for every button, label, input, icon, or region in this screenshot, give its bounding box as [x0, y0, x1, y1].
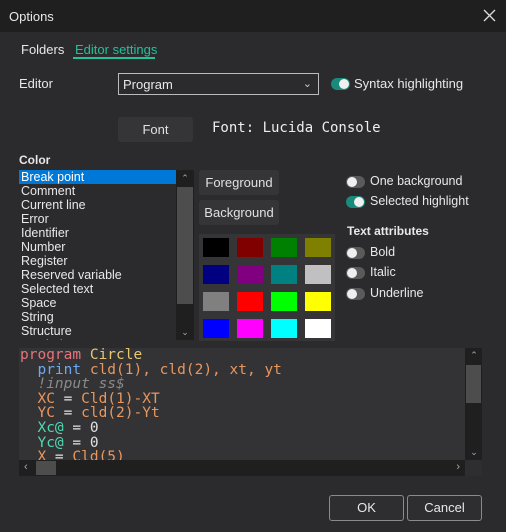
color-swatch[interactable] — [237, 265, 263, 284]
color-category-list[interactable]: Break point Comment Current line Error Ident… — [19, 170, 194, 340]
code-token: = 0 — [72, 434, 99, 451]
code-horizontal-scrollbar-thumb[interactable] — [36, 461, 56, 475]
code-line: XC = Cld(1)-XT — [20, 390, 465, 407]
syntax-highlighting-toggle[interactable] — [331, 78, 350, 90]
one-background-toggle[interactable] — [346, 176, 365, 188]
color-list-item[interactable]: Space — [19, 296, 176, 310]
selected-highlight-label: Selected highlight — [370, 194, 469, 208]
editor-select-value: Program — [123, 77, 173, 92]
code-token: = — [54, 449, 73, 460]
font-button[interactable]: Font — [118, 117, 193, 142]
color-list-item[interactable]: Break point — [19, 170, 176, 184]
code-horizontal-scrollbar[interactable]: ‹ › — [19, 460, 465, 476]
tab-folders[interactable]: Folders — [21, 42, 64, 57]
code-token: = 0 — [72, 419, 99, 436]
chevron-right-icon[interactable]: › — [456, 461, 460, 473]
code-line: Yc@ = 0 — [20, 434, 465, 451]
color-swatch[interactable] — [271, 319, 297, 338]
color-swatch[interactable] — [271, 265, 297, 284]
code-token: XC — [20, 390, 64, 407]
color-list-item[interactable]: Error — [19, 212, 176, 226]
active-tab-indicator — [73, 57, 155, 59]
color-list-item[interactable]: Reserved variable — [19, 268, 176, 282]
code-token: YC — [20, 405, 64, 422]
code-line: Xc@ = 0 — [20, 421, 465, 436]
color-swatch[interactable] — [271, 292, 297, 311]
background-button[interactable]: Background — [199, 200, 279, 225]
underline-toggle[interactable] — [346, 288, 365, 300]
close-button[interactable] — [480, 5, 500, 25]
color-swatch[interactable] — [305, 265, 331, 284]
one-background-label: One background — [370, 174, 463, 188]
close-icon — [483, 9, 496, 22]
chevron-left-icon[interactable]: ‹ — [24, 461, 28, 473]
color-swatch[interactable] — [203, 319, 229, 338]
code-line: YC = cld(2)-Yt — [20, 406, 465, 421]
bold-toggle[interactable] — [346, 247, 365, 259]
foreground-button[interactable]: Foreground — [199, 170, 279, 195]
code-token: Yc@ — [20, 434, 73, 451]
code-token: !input ss$ — [20, 376, 125, 393]
title-bar — [0, 0, 506, 32]
color-swatch[interactable] — [203, 238, 229, 257]
chevron-down-icon: ⌄ — [302, 78, 312, 90]
color-swatch[interactable] — [305, 238, 331, 257]
editor-label: Editor — [19, 76, 53, 91]
list-scrollbar-thumb[interactable] — [177, 187, 193, 304]
font-label: Font: Lucida Console — [212, 120, 381, 136]
color-list-item[interactable]: String — [19, 310, 176, 324]
color-swatch[interactable] — [203, 292, 229, 311]
code-token: Cld(5) — [72, 449, 125, 460]
color-list-item[interactable]: Selected text — [19, 282, 176, 296]
code-vertical-scrollbar-thumb[interactable] — [466, 365, 481, 403]
chevron-up-icon[interactable]: ⌃ — [465, 350, 483, 361]
color-swatch[interactable] — [305, 292, 331, 311]
code-token: Xc@ — [20, 419, 73, 436]
color-swatch[interactable] — [237, 238, 263, 257]
color-list-item[interactable]: Current line — [19, 198, 176, 212]
color-swatch[interactable] — [271, 238, 297, 257]
editor-select[interactable]: Program ⌄ — [118, 73, 319, 95]
code-line: print cld(1), cld(2), xt, yt — [20, 361, 465, 378]
color-palette — [199, 234, 335, 341]
bold-label: Bold — [370, 245, 396, 259]
code-token: print — [20, 361, 90, 378]
color-swatch[interactable] — [305, 319, 331, 338]
chevron-down-icon[interactable]: ⌄ — [465, 447, 483, 458]
code-token: cld(1), cld(2), xt, yt — [89, 361, 282, 378]
italic-toggle[interactable] — [346, 267, 365, 279]
code-token: = — [63, 405, 82, 422]
scrollbar-corner — [465, 460, 482, 476]
color-list-item[interactable]: Number — [19, 240, 176, 254]
color-swatch[interactable] — [203, 265, 229, 284]
code-preview[interactable]: program Circle print cld(1), cld(2), xt,… — [19, 348, 465, 460]
code-line: !input ss$ — [20, 377, 465, 392]
chevron-down-icon[interactable]: ⌄ — [176, 327, 194, 338]
tab-editor-settings[interactable]: Editor settings — [75, 42, 157, 57]
code-token: cld(2)-Yt — [81, 405, 160, 422]
code-token: Cld(1)-XT — [81, 390, 160, 407]
cancel-button[interactable]: Cancel — [407, 495, 482, 521]
text-attributes-label: Text attributes — [347, 224, 429, 238]
color-swatch[interactable] — [237, 319, 263, 338]
color-label: Color — [19, 153, 51, 167]
color-list-item[interactable]: Register — [19, 254, 176, 268]
code-line: X = Cld(5) — [20, 450, 465, 460]
color-list-item[interactable]: Identifier — [19, 226, 176, 240]
syntax-highlighting-label: Syntax highlighting — [354, 76, 464, 91]
color-list-item[interactable]: Structure — [19, 324, 176, 338]
italic-label: Italic — [370, 265, 396, 279]
color-swatch[interactable] — [237, 292, 263, 311]
chevron-up-icon[interactable]: ⌃ — [176, 173, 194, 184]
code-token: X — [20, 449, 55, 460]
window-title: Options — [9, 9, 54, 24]
color-list-item[interactable]: Comment — [19, 184, 176, 198]
underline-label: Underline — [370, 286, 424, 300]
ok-button[interactable]: OK — [329, 495, 404, 521]
code-line: program Circle — [20, 348, 465, 363]
selected-highlight-toggle[interactable] — [346, 196, 365, 208]
code-token: = — [63, 390, 82, 407]
color-list-item[interactable]: Symbol — [19, 338, 176, 340]
